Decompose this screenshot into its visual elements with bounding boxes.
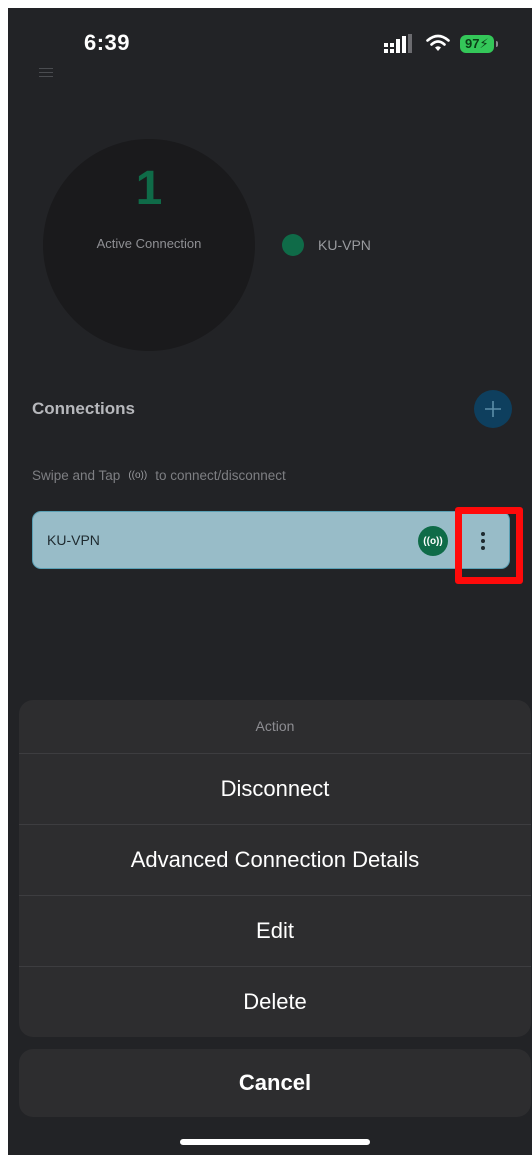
hint-text-prefix: Swipe and Tap bbox=[32, 468, 121, 483]
legend-dot bbox=[282, 234, 304, 256]
battery-level: 97 bbox=[465, 36, 480, 51]
hint-text-suffix: to connect/disconnect bbox=[155, 468, 286, 483]
connections-title: Connections bbox=[32, 399, 135, 418]
cancel-button[interactable]: Cancel bbox=[19, 1049, 531, 1117]
connection-name: KU-VPN bbox=[47, 532, 100, 548]
status-bar: 6:39 97 ⚡ bbox=[8, 8, 532, 78]
legend-label: KU-VPN bbox=[318, 237, 371, 253]
wifi-icon bbox=[426, 34, 450, 51]
more-vertical-icon[interactable] bbox=[471, 524, 495, 558]
delete-button[interactable]: Delete bbox=[19, 967, 531, 1037]
action-sheet-title: Action bbox=[19, 700, 531, 754]
plus-icon bbox=[485, 401, 501, 417]
edit-button[interactable]: Edit bbox=[19, 896, 531, 967]
menu-icon[interactable] bbox=[39, 68, 53, 80]
connection-item[interactable]: KU-VPN ((o)) bbox=[32, 511, 510, 569]
home-indicator[interactable] bbox=[180, 1139, 370, 1145]
active-connection-summary: 1 Active Connection bbox=[43, 139, 255, 351]
add-connection-button[interactable] bbox=[474, 390, 512, 428]
broadcast-icon: ((o)) bbox=[423, 535, 443, 547]
signal-icon bbox=[384, 34, 412, 53]
advanced-connection-details-button[interactable]: Advanced Connection Details bbox=[19, 825, 531, 896]
screen: 6:39 97 ⚡ 1 Active Connection KU-VPN Con… bbox=[8, 8, 532, 1155]
broadcast-icon: ((o)) bbox=[128, 470, 148, 481]
disconnect-button[interactable]: Disconnect bbox=[19, 754, 531, 825]
connection-legend: KU-VPN bbox=[282, 234, 371, 256]
connect-toggle-button[interactable]: ((o)) bbox=[418, 526, 448, 556]
charging-bolt-icon: ⚡ bbox=[479, 36, 489, 51]
status-icons: 97 ⚡ bbox=[384, 32, 498, 56]
status-time: 6:39 bbox=[84, 30, 131, 55]
active-connection-count: 1 bbox=[135, 162, 163, 215]
connection-hint: Swipe and Tap ((o)) to connect/disconnec… bbox=[32, 468, 286, 483]
active-connection-label: Active Connection bbox=[96, 236, 202, 251]
action-sheet: Action Disconnect Advanced Connection De… bbox=[19, 700, 531, 1037]
battery-charging-icon: 97 ⚡ bbox=[460, 35, 498, 53]
